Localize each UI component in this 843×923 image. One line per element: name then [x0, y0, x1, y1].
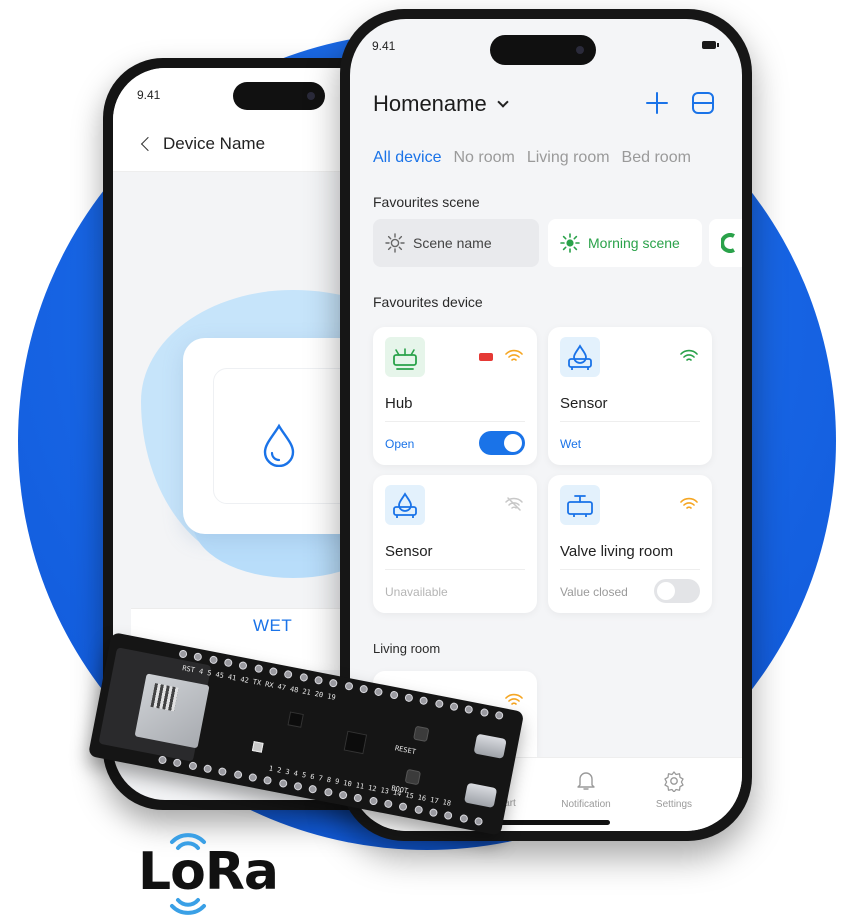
sensor-icon: [385, 485, 425, 525]
hub-toggle[interactable]: [479, 431, 525, 455]
device-status: Wet: [560, 437, 582, 451]
add-icon[interactable]: [643, 89, 671, 117]
back-nav[interactable]: Device Name: [140, 134, 266, 154]
chevron-left-icon[interactable]: [140, 136, 156, 152]
battery-icon: [702, 41, 719, 49]
camera-icon: [307, 92, 315, 100]
device-card-valve[interactable]: Valve living room Value closed: [548, 475, 712, 613]
status-time: 9.41: [372, 39, 396, 53]
device-name-title: Device Name: [163, 134, 266, 153]
reset-button[interactable]: [413, 725, 430, 743]
tab-no-room[interactable]: No room: [453, 149, 514, 167]
divider: [560, 421, 700, 422]
tab-all-device[interactable]: All device: [373, 149, 441, 167]
device-card-sensor-unavailable[interactable]: Sensor Unavailable: [373, 475, 537, 613]
dynamic-island: [233, 82, 325, 110]
hub-icon: [385, 337, 425, 377]
divider: [385, 569, 525, 570]
marketing-stage: 9.41 Device Name WET 9.41 Homename All d…: [0, 0, 843, 923]
gear-icon: [664, 771, 684, 793]
nav-notification[interactable]: Notification: [546, 770, 626, 810]
regulator-chip: [287, 711, 304, 728]
sensor-icon: [560, 337, 600, 377]
water-drop-icon: [263, 423, 295, 467]
bell-icon: [577, 772, 595, 790]
scene-card[interactable]: Morning scene: [548, 219, 702, 267]
device-name: Hub: [385, 395, 413, 412]
toggle-knob: [504, 434, 522, 452]
favourites-device-heading: Favourites device: [373, 294, 483, 310]
wifi-icon: [505, 349, 523, 361]
valve-toggle[interactable]: [654, 579, 700, 603]
device-status: Value closed: [560, 585, 628, 599]
sun-icon: [385, 233, 405, 253]
scene-card[interactable]: Scene name: [373, 219, 539, 267]
back-status-time: 9.41: [137, 88, 161, 102]
usb-c-port: [473, 733, 507, 759]
camera-icon: [576, 46, 584, 54]
qr-code: [150, 683, 179, 712]
nav-label: Notification: [561, 799, 611, 810]
mcu-chip: [343, 730, 368, 755]
favourites-scene-heading: Favourites scene: [373, 194, 480, 210]
rgb-led: [251, 741, 264, 753]
home-selector[interactable]: Homename: [373, 91, 509, 117]
usb-c-port: [463, 782, 498, 809]
boot-button[interactable]: [404, 768, 422, 786]
tab-living-room[interactable]: Living room: [527, 149, 610, 167]
divider: [560, 569, 700, 570]
nav-settings[interactable]: Settings: [634, 770, 714, 810]
wifi-icon: [680, 349, 698, 361]
device-card-hub[interactable]: Hub Open: [373, 327, 537, 465]
wireless-module: [98, 647, 212, 762]
scene-partial-icon: [721, 233, 735, 253]
lora-logo: LoRa: [138, 828, 288, 920]
living-room-heading: Living room: [373, 641, 441, 656]
lora-wordmark: LoRa: [138, 842, 279, 902]
device-name: Sensor: [560, 395, 608, 412]
header-pins-bottom: [157, 755, 484, 828]
wifi-icon: [680, 497, 698, 509]
tab-bed-room[interactable]: Bed room: [622, 149, 691, 167]
device-name: Sensor: [385, 543, 433, 560]
device-status: Open: [385, 437, 415, 451]
dynamic-island: [490, 35, 596, 65]
chevron-down-icon: [497, 96, 509, 108]
wifi-off-icon: [505, 497, 523, 511]
sun-icon: [560, 233, 580, 253]
scan-icon[interactable]: [690, 90, 716, 116]
toggle-knob: [657, 582, 675, 600]
wifi-icon: [505, 693, 523, 705]
valve-icon: [560, 485, 600, 525]
reset-label: RESET: [394, 744, 417, 757]
battery-low-icon: [479, 353, 493, 361]
scene-label: Scene name: [413, 235, 492, 251]
nav-label: Settings: [655, 799, 693, 810]
device-card-sensor[interactable]: Sensor Wet: [548, 327, 712, 465]
module-shield: [134, 673, 210, 749]
device-status: Unavailable: [385, 585, 448, 599]
wet-state-label: WET: [253, 616, 293, 635]
room-tabs: All device No room Living room Bed room: [373, 149, 691, 167]
scene-card-partial[interactable]: [709, 219, 742, 267]
scene-label: Morning scene: [588, 235, 680, 251]
divider: [385, 421, 525, 422]
home-name: Homename: [373, 91, 487, 116]
device-name: Valve living room: [560, 543, 674, 560]
